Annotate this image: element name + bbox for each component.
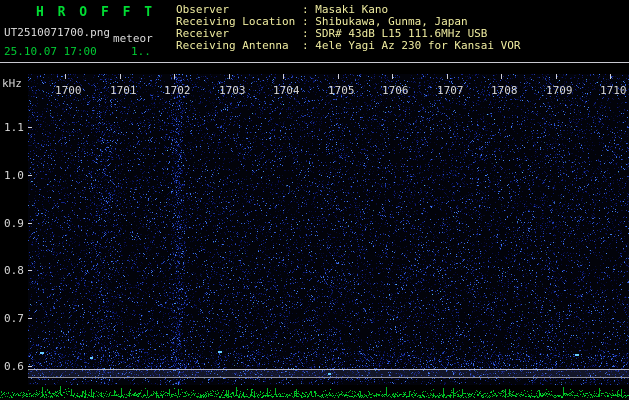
time-tick-1701: 1701 <box>110 84 137 97</box>
freq-tick-0p8: 0.8 <box>4 264 24 277</box>
time-tick-1702: 1702 <box>164 84 191 97</box>
freq-tick-0p7: 0.7 <box>4 312 24 325</box>
time-tick-1706: 1706 <box>382 84 409 97</box>
time-tick-1708: 1708 <box>491 84 518 97</box>
hrofft-output: H R O F F T UT2510071700.png meteor 25.1… <box>0 0 629 400</box>
freq-tick-1p0: 1.0 <box>4 169 24 182</box>
header-separator <box>0 62 629 63</box>
time-tick-1709: 1709 <box>546 84 573 97</box>
time-tick-1704: 1704 <box>273 84 300 97</box>
output-filename: UT2510071700.png <box>4 26 110 39</box>
freq-tick-0p9: 0.9 <box>4 217 24 230</box>
time-tick-1700: 1700 <box>55 84 82 97</box>
time-tick-1707: 1707 <box>437 84 464 97</box>
observation-timestamp: 25.10.07 17:00 <box>4 45 97 58</box>
time-tick-1705: 1705 <box>328 84 355 97</box>
time-tick-1703: 1703 <box>219 84 246 97</box>
spectrogram-canvas <box>28 74 629 385</box>
observation-tag: meteor <box>113 32 153 45</box>
info-value-antenna: : 4ele Yagi Az 230 for Kansai VOR <box>302 39 521 52</box>
signal-level-strip-canvas <box>0 385 629 400</box>
time-tick-1710: 1710 <box>600 84 627 97</box>
info-label-antenna: Receiving Antenna <box>176 39 289 52</box>
frequency-axis-unit: kHz <box>2 77 22 90</box>
app-title: H R O F F T <box>36 5 156 20</box>
observation-info: Observer : Masaki Kano Receiving Locatio… <box>176 4 521 52</box>
freq-tick-1p1: 1.1 <box>4 121 24 134</box>
frame-counter: 1.. <box>131 45 151 58</box>
info-row-antenna: Receiving Antenna : 4ele Yagi Az 230 for… <box>176 40 521 52</box>
freq-tick-0p6: 0.6 <box>4 360 24 373</box>
